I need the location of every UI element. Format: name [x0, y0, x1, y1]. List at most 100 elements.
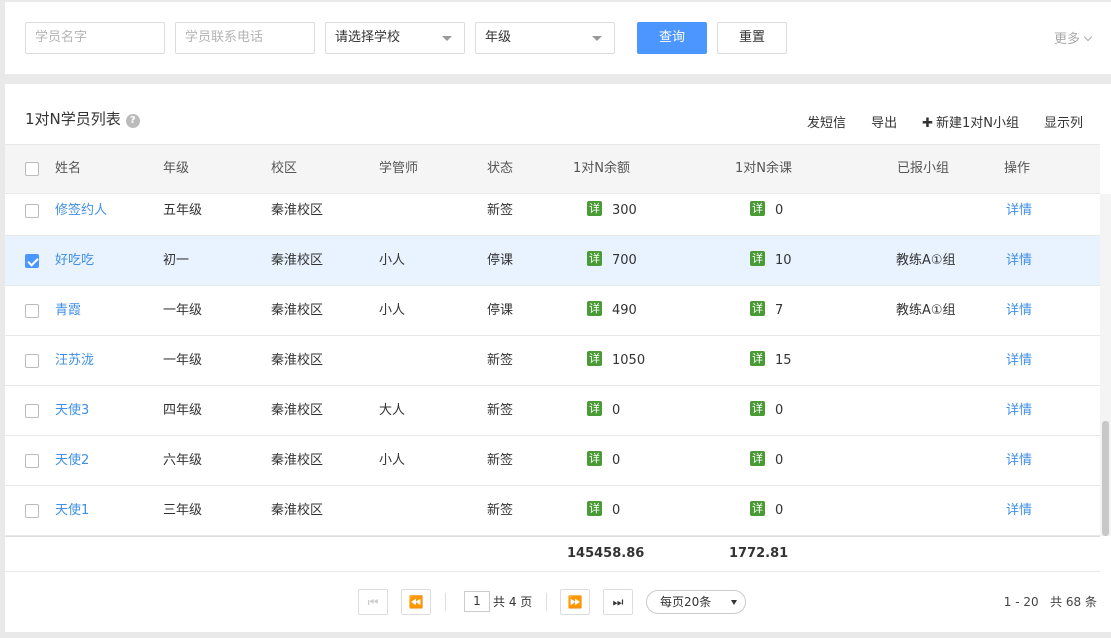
help-icon[interactable]: ? [125, 114, 140, 128]
last-page-button[interactable]: ⏭ [603, 589, 633, 615]
page-size-select[interactable]: 每页20条 [646, 590, 746, 614]
detail-tag-icon[interactable]: 详 [750, 401, 765, 416]
detail-link[interactable]: 详情 [1006, 436, 1032, 486]
status-cell: 新签 [487, 353, 514, 368]
row-checkbox[interactable] [25, 454, 39, 468]
student-phone-input[interactable]: 学员联系电话 [175, 22, 315, 54]
lessons-cell[interactable]: 详0 [750, 194, 783, 236]
total-balance: 145458.86 [567, 546, 645, 561]
balance-cell[interactable]: 详 1050 [587, 336, 645, 386]
student-name-link[interactable]: 修签约人 [55, 194, 107, 236]
pagination: ⏮ ⏪ 1 共 4 页 ⏩ ⏭ 每页20条 1 - 20 共 68 条 [5, 589, 1111, 615]
caret-down-icon [592, 36, 602, 41]
page-number-input[interactable]: 1 [464, 591, 490, 612]
first-page-button[interactable]: ⏮ [358, 589, 388, 615]
table-row[interactable]: 汪苏泷 一年级 秦淮校区 新签 详 1050 详 15 详情 [5, 336, 1100, 386]
reset-button[interactable]: 重置 [717, 22, 787, 54]
status-cell: 停课 [487, 253, 514, 268]
lessons-cell[interactable]: 详0 [750, 436, 783, 486]
row-checkbox[interactable] [25, 404, 39, 418]
row-checkbox[interactable] [25, 304, 39, 318]
detail-tag-icon[interactable]: 详 [587, 251, 602, 266]
detail-tag-icon[interactable]: 详 [750, 251, 765, 266]
balance-cell[interactable]: 详 490 [587, 286, 637, 336]
detail-link[interactable]: 详情 [1006, 486, 1032, 536]
query-button[interactable]: 查询 [637, 22, 707, 54]
student-name-link[interactable]: 好吃吃 [55, 236, 94, 286]
new-group-button[interactable]: ✚ 新建1对N小组 [922, 112, 1019, 131]
detail-tag-icon[interactable]: 详 [750, 451, 765, 466]
detail-tag-icon[interactable]: 详 [750, 501, 765, 516]
balance-cell[interactable]: 详0 [587, 386, 620, 436]
pager-divider [546, 593, 547, 611]
manager-cell: 小人 [379, 253, 406, 268]
lessons-cell[interactable]: 详7 [750, 286, 783, 336]
detail-tag-icon[interactable]: 详 [587, 301, 602, 316]
search-panel: 学员名字 学员联系电话 请选择学校 年级 查询 重置 更多 [5, 2, 1111, 74]
school-select[interactable]: 请选择学校 [325, 22, 465, 54]
record-count: 1 - 20 共 68 条 [1004, 589, 1097, 615]
row-checkbox[interactable] [25, 504, 39, 518]
student-name-link[interactable]: 天使2 [55, 436, 89, 486]
student-name-link[interactable]: 天使3 [55, 386, 89, 436]
lessons-cell-value: 10 [775, 253, 792, 268]
more-toggle[interactable]: 更多 [1054, 28, 1093, 47]
table-scrollbar[interactable] [1100, 194, 1111, 536]
balance-cell[interactable]: 详 300 [587, 194, 637, 236]
lessons-cell[interactable]: 详 15 [750, 336, 792, 386]
chevron-down-icon [1083, 32, 1093, 42]
lessons-cell[interactable]: 详0 [750, 386, 783, 436]
table-row[interactable]: 好吃吃 初一 秦淮校区 小人 停课 详 700 详 10 教练A①组 详情 [5, 236, 1100, 286]
column-header-campus: 校区 [271, 161, 298, 176]
detail-link[interactable]: 详情 [1006, 236, 1032, 286]
lessons-cell[interactable]: 详0 [750, 486, 783, 536]
student-name-link[interactable]: 汪苏泷 [55, 336, 94, 386]
row-checkbox[interactable] [25, 354, 39, 368]
detail-tag-icon[interactable]: 详 [750, 351, 765, 366]
status-cell: 新签 [487, 453, 514, 468]
lessons-cell[interactable]: 详 10 [750, 236, 792, 286]
table-row[interactable]: 天使1 三年级 秦淮校区 新签详 0 详 0 详情 [5, 486, 1100, 536]
student-name-input[interactable]: 学员名字 [25, 22, 165, 54]
balance-cell-value: 490 [612, 303, 637, 318]
detail-link[interactable]: 详情 [1006, 386, 1032, 436]
detail-tag-icon[interactable]: 详 [587, 351, 602, 366]
send-sms-button[interactable]: 发短信 [807, 112, 846, 131]
prev-page-button[interactable]: ⏪ [401, 589, 431, 615]
column-header-grade: 年级 [163, 161, 190, 176]
row-checkbox[interactable] [25, 254, 39, 268]
balance-cell-value: 0 [612, 403, 621, 418]
student-name-link[interactable]: 天使1 [55, 486, 89, 536]
balance-cell[interactable]: 详0 [587, 436, 620, 486]
balance-cell[interactable]: 详 700 [587, 236, 637, 286]
detail-tag-icon[interactable]: 详 [750, 201, 765, 216]
select-all-checkbox[interactable] [25, 162, 39, 176]
pager-divider [445, 593, 446, 611]
detail-link[interactable]: 详情 [1006, 194, 1032, 236]
student-name-link[interactable]: 青霞 [55, 286, 81, 336]
detail-tag-icon[interactable]: 详 [587, 401, 602, 416]
grade-cell: 初一 [163, 253, 190, 268]
display-columns-button[interactable]: 显示列 [1044, 112, 1083, 131]
table-row[interactable]: 青霞 一年级 秦淮校区 小人 停课详 490 详 7 教练A①组 详情 [5, 286, 1100, 336]
detail-tag-icon[interactable]: 详 [750, 301, 765, 316]
table-body: 修签约人 五年级 秦淮校区 新签详 300 详 0 详情 好吃吃 初一 秦淮校区 小人 停课详 700 详 1… [5, 194, 1100, 536]
detail-tag-icon[interactable]: 详 [587, 501, 602, 516]
school-select-value: 请选择学校 [335, 30, 401, 45]
table-row[interactable]: 天使3 四年级 秦淮校区 大人 新签详 0 详 0 详情 [5, 386, 1100, 436]
detail-tag-icon[interactable]: 详 [587, 451, 602, 466]
detail-link[interactable]: 详情 [1006, 336, 1032, 386]
detail-tag-icon[interactable]: 详 [587, 201, 602, 216]
next-page-button[interactable]: ⏩ [560, 589, 590, 615]
detail-link[interactable]: 详情 [1006, 286, 1032, 336]
export-button[interactable]: 导出 [871, 112, 897, 131]
lessons-cell-value: 0 [775, 403, 784, 418]
column-header-groups: 已报小组 [897, 161, 950, 176]
lessons-cell-value: 0 [775, 453, 784, 468]
row-checkbox[interactable] [25, 204, 39, 218]
balance-cell[interactable]: 详0 [587, 486, 620, 536]
grade-select[interactable]: 年级 [475, 22, 615, 54]
scrollbar-thumb[interactable] [1102, 421, 1109, 536]
table-row[interactable]: 天使2 六年级 秦淮校区 小人 新签详 0 详 0 详情 [5, 436, 1100, 486]
table-row[interactable]: 修签约人 五年级 秦淮校区 新签详 300 详 0 详情 [5, 194, 1100, 236]
